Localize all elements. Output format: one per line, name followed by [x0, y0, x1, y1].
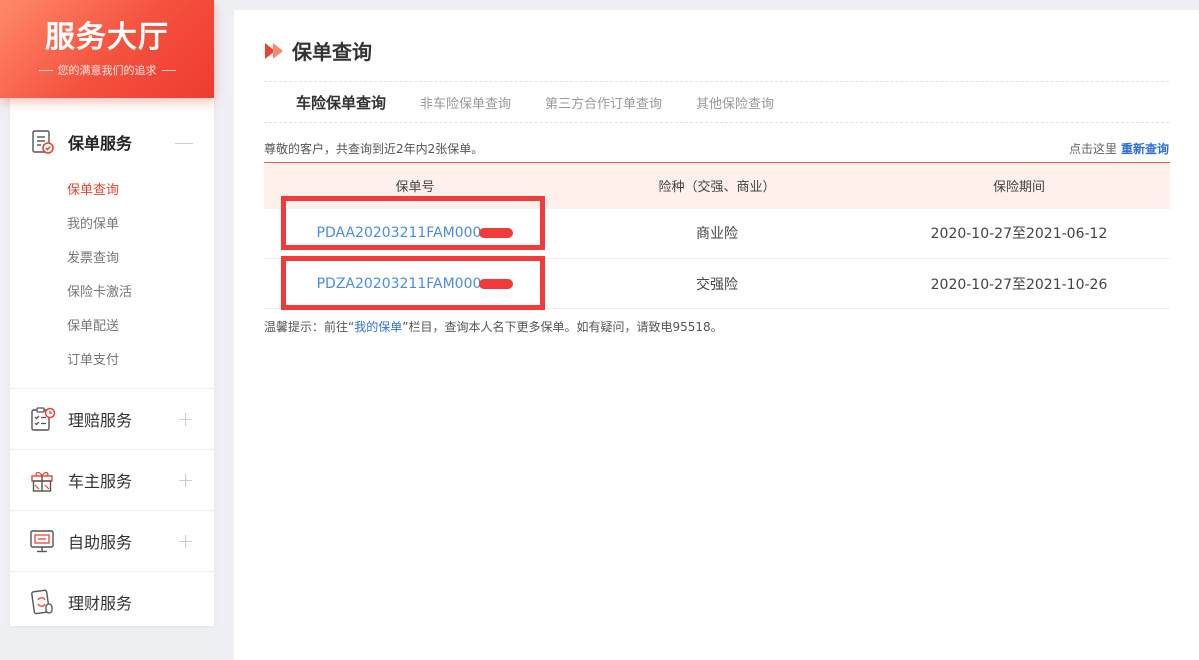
submenu-item-card-activation[interactable]: 保险卡激活 [10, 276, 214, 310]
brand-title: 服务大厅 [45, 20, 169, 55]
submenu-item-order-payment[interactable]: 订单支付 [10, 344, 214, 378]
menu-group-self: 自助服务 + [10, 511, 214, 572]
submenu-item-my-policy[interactable]: 我的保单 [10, 208, 214, 242]
policy-doc-icon [28, 128, 56, 156]
brand-subtitle-row: 您的满意我们的追求 [0, 62, 214, 78]
sidebar-menu: 保单服务 — 保单查询 我的保单 发票查询 保险卡激活 保单配送 订单支付 理赔… [10, 112, 214, 632]
page-header: 保单查询 [264, 36, 372, 65]
my-policy-link[interactable]: 我的保单 [354, 320, 402, 334]
divider [161, 69, 176, 71]
query-summary: 尊敬的客户，共查询到近2年内2张保单。 [264, 141, 484, 156]
divider [38, 69, 53, 71]
hint-text: 温馨提示：前往“我的保单”栏目，查询本人名下更多保单。如有疑问，请致电95518… [264, 318, 723, 335]
menu-group-finance: 理财服务 [10, 572, 214, 632]
tab-other-insurance[interactable]: 其他保险查询 [696, 93, 774, 112]
divider [264, 122, 1169, 123]
period-cell: 2020-10-27至2021-06-12 [868, 208, 1170, 259]
column-header-period: 保险期间 [992, 180, 1045, 196]
menu-group-title: 理财服务 [68, 594, 133, 613]
policy-submenu: 保单查询 我的保单 发票查询 保险卡激活 保单配送 订单支付 [10, 172, 214, 388]
menu-group-title: 理赔服务 [68, 411, 133, 430]
finance-card-icon [28, 588, 56, 616]
kiosk-screen-icon [28, 527, 56, 555]
menu-group-self-header[interactable]: 自助服务 + [10, 511, 214, 571]
main-panel: 保单查询 车险保单查询 非车险保单查询 第三方合作订单查询 其他保险查询 尊敬的… [234, 10, 1199, 660]
menu-group-policy-header[interactable]: 保单服务 — [10, 112, 214, 172]
period-cell: 2020-10-27至2021-10-26 [868, 258, 1170, 309]
submenu-item-invoice-query[interactable]: 发票查询 [10, 242, 214, 276]
brand-banner: 服务大厅 您的满意我们的追求 [0, 0, 214, 98]
hint-prefix: 温馨提示：前往“ [264, 320, 355, 334]
query-summary-row: 尊敬的客户，共查询到近2年内2张保单。 点击这里 重新查询 [264, 134, 1169, 162]
tab-auto-policy[interactable]: 车险保单查询 [293, 92, 389, 113]
submenu-item-policy-query[interactable]: 保单查询 [10, 174, 214, 208]
expand-icon[interactable]: + [177, 407, 194, 431]
tab-third-party-order[interactable]: 第三方合作订单查询 [545, 93, 662, 112]
submenu-item-policy-delivery[interactable]: 保单配送 [10, 310, 214, 344]
insurance-type-cell: 商业险 [566, 208, 868, 259]
menu-group-title: 保单服务 [68, 134, 133, 153]
query-tabs: 车险保单查询 非车险保单查询 第三方合作订单查询 其他保险查询 [264, 82, 808, 122]
menu-group-owner-header[interactable]: 车主服务 + [10, 450, 214, 510]
menu-group-policy: 保单服务 — 保单查询 我的保单 发票查询 保险卡激活 保单配送 订单支付 [10, 112, 214, 389]
sidebar: 服务大厅 您的满意我们的追求 保单服务 — 保单查询 我的保单 发票查询 保险卡… [0, 0, 214, 626]
expand-icon[interactable]: + [177, 529, 194, 553]
menu-group-finance-header[interactable]: 理财服务 [10, 572, 214, 632]
insurance-type-cell: 交强险 [566, 258, 868, 309]
menu-group-claims: 理赔服务 + [10, 389, 214, 450]
requery-row: 点击这里 重新查询 [1069, 140, 1169, 157]
hint-suffix: ”栏目，查询本人名下更多保单。如有疑问，请致电95518。 [402, 320, 723, 334]
tab-non-auto-policy[interactable]: 非车险保单查询 [420, 93, 511, 112]
menu-group-claims-header[interactable]: 理赔服务 + [10, 389, 214, 449]
requery-link[interactable]: 重新查询 [1121, 142, 1169, 156]
highlight-box [281, 256, 545, 310]
requery-prefix: 点击这里 [1068, 141, 1117, 156]
claims-clipboard-icon [28, 405, 56, 433]
expand-icon[interactable]: + [177, 468, 194, 492]
menu-group-title: 自助服务 [68, 533, 133, 552]
highlight-box [281, 196, 545, 250]
menu-group-owner: 车主服务 + [10, 450, 214, 511]
double-arrow-icon [264, 41, 286, 61]
brand-subtitle: 您的满意我们的追求 [57, 64, 157, 77]
gift-box-icon [28, 466, 56, 494]
page-title: 保单查询 [292, 40, 372, 64]
collapse-icon[interactable]: — [174, 130, 194, 154]
column-header-insurance-type: 险种（交强、商业） [658, 180, 776, 196]
menu-group-title: 车主服务 [68, 472, 133, 491]
